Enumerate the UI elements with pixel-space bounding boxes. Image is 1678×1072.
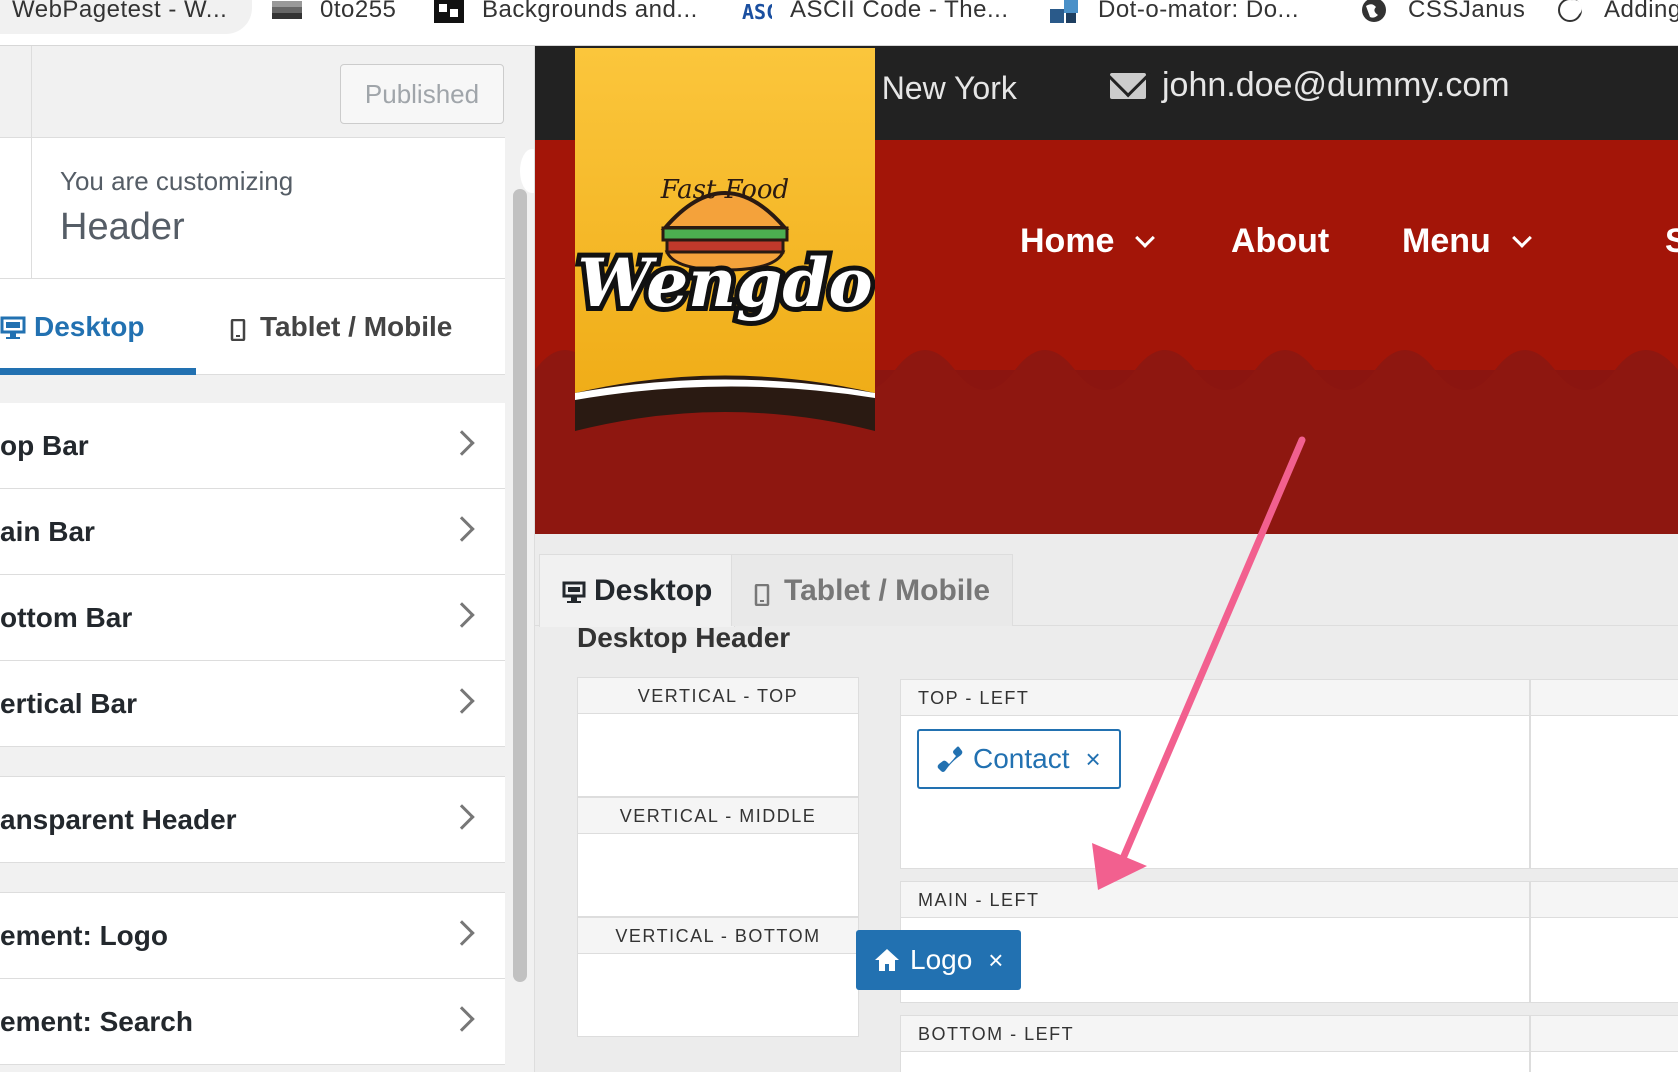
active-tab-indicator: [0, 368, 196, 375]
dotomator-icon: [1050, 0, 1080, 23]
builder-tab-desktop[interactable]: Desktop: [539, 554, 736, 627]
bookmarks-bar: WebPagetest - W... 0to255 Backgrounds an…: [0, 0, 1678, 46]
logo-tagline: Fast Food: [660, 175, 789, 205]
back-button-divider[interactable]: [31, 138, 32, 279]
bookmark-ascii[interactable]: ASC ASCII Code - The...: [742, 0, 1008, 24]
chevron-down-icon: [1511, 227, 1532, 248]
mobile-icon: [754, 580, 770, 606]
remove-element-icon[interactable]: ×: [988, 945, 1003, 976]
section-gap: [0, 863, 505, 893]
envelope-icon: [1110, 72, 1146, 99]
bookmark-backgrounds[interactable]: Backgrounds and...: [434, 0, 698, 24]
svg-text:ASC: ASC: [742, 0, 772, 23]
builder-title: Desktop Header: [577, 622, 791, 653]
section-heading: You are customizing Header: [0, 138, 505, 279]
chevron-down-icon: [1135, 227, 1156, 248]
bg-patterns-icon: [434, 0, 464, 23]
chevron-right-icon: [449, 920, 475, 946]
nav-menu[interactable]: Menu: [1402, 222, 1532, 261]
section-title: Header: [60, 206, 185, 248]
moon-icon: [1556, 0, 1586, 23]
zone-bottom-center[interactable]: [1530, 1015, 1678, 1072]
chevron-right-icon: [449, 602, 475, 628]
section-element-search[interactable]: ement: Search: [0, 979, 505, 1065]
color-gradient-icon: [272, 0, 302, 23]
ascii-icon: ASC: [742, 0, 778, 24]
zone-vertical-middle[interactable]: VERTICAL - MIDDLE: [577, 797, 859, 917]
phone-icon: [937, 745, 963, 773]
tab-desktop[interactable]: Desktop: [0, 279, 196, 375]
zone-label: VERTICAL - BOTTOM: [578, 918, 858, 954]
chevron-right-icon: [449, 430, 475, 456]
section-main-bar[interactable]: ain Bar: [0, 489, 505, 575]
chevron-right-icon: [449, 1006, 475, 1032]
zone-top-center[interactable]: [1530, 679, 1678, 869]
publish-button[interactable]: Published: [340, 64, 504, 124]
zone-label: TOP - LEFT: [901, 680, 1529, 716]
zone-label: BOTTOM - LEFT: [901, 1016, 1529, 1052]
nav-home[interactable]: Home: [1020, 222, 1156, 261]
customizer-header: Published: [0, 46, 505, 138]
bookmark-adding[interactable]: Adding: [1556, 0, 1678, 24]
globe-icon: [1360, 0, 1390, 23]
device-tabs: Desktop Tablet / Mobile: [0, 279, 505, 375]
zone-vertical-bottom[interactable]: VERTICAL - BOTTOM: [577, 917, 859, 1037]
home-icon: [874, 947, 900, 973]
section-top-bar[interactable]: op Bar: [0, 403, 505, 489]
bookmark-webpagetest[interactable]: WebPagetest - W...: [12, 0, 227, 24]
nav-about[interactable]: About: [1231, 222, 1329, 261]
scrollbar-thumb[interactable]: [513, 189, 527, 982]
desktop-icon: [562, 579, 586, 603]
chevron-right-icon: [449, 804, 475, 830]
builder-device-tabs: Desktop Tablet / Mobile: [535, 534, 1678, 627]
zone-main-center[interactable]: [1530, 881, 1678, 1003]
builder-tab-tablet-mobile[interactable]: Tablet / Mobile: [731, 554, 1014, 626]
section-vertical-bar[interactable]: ertical Bar: [0, 661, 505, 747]
desktop-icon: [0, 315, 26, 339]
site-logo[interactable]: Fast Food Wengdo: [572, 48, 878, 431]
zone-vertical-top[interactable]: VERTICAL - TOP: [577, 677, 859, 797]
location-text: e New York: [855, 70, 1017, 106]
bookmark-cssjanus[interactable]: CSSJanus: [1360, 0, 1525, 24]
zone-label: MAIN - LEFT: [901, 882, 1529, 918]
bookmark-dotomator[interactable]: Dot-o-mator: Do...: [1050, 0, 1299, 24]
section-element-logo[interactable]: ement: Logo: [0, 893, 505, 979]
logo-brand: Wengdo: [577, 244, 872, 322]
section-bottom-bar[interactable]: ottom Bar: [0, 575, 505, 661]
section-gap: [0, 747, 505, 777]
zone-label: VERTICAL - MIDDLE: [578, 798, 858, 834]
element-chip-logo[interactable]: Logo ×: [856, 930, 1022, 990]
customizer-panel: Published You are customizing Header Des…: [0, 46, 535, 1072]
site-preview: e New York john.doe@dummy.com Home About…: [535, 46, 1678, 1072]
divider: [31, 46, 32, 138]
email-link[interactable]: john.doe@dummy.com: [1110, 66, 1510, 105]
mobile-icon: [230, 316, 246, 342]
section-transparent-header[interactable]: ansparent Header: [0, 777, 505, 863]
element-chip-contact[interactable]: Contact ×: [917, 729, 1121, 789]
customizing-label: You are customizing: [60, 166, 294, 196]
nav-more[interactable]: S: [1665, 222, 1678, 261]
chevron-right-icon: [449, 688, 475, 714]
zone-label: VERTICAL - TOP: [578, 678, 858, 714]
remove-element-icon[interactable]: ×: [1086, 744, 1101, 775]
zone-bottom-left[interactable]: BOTTOM - LEFT: [900, 1015, 1530, 1072]
chevron-right-icon: [449, 516, 475, 542]
section-list: op Bar ain Bar ottom Bar ertical Bar ans…: [0, 403, 505, 1065]
bookmark-0to255[interactable]: 0to255: [272, 0, 396, 24]
tab-tablet-mobile[interactable]: Tablet / Mobile: [230, 279, 452, 375]
